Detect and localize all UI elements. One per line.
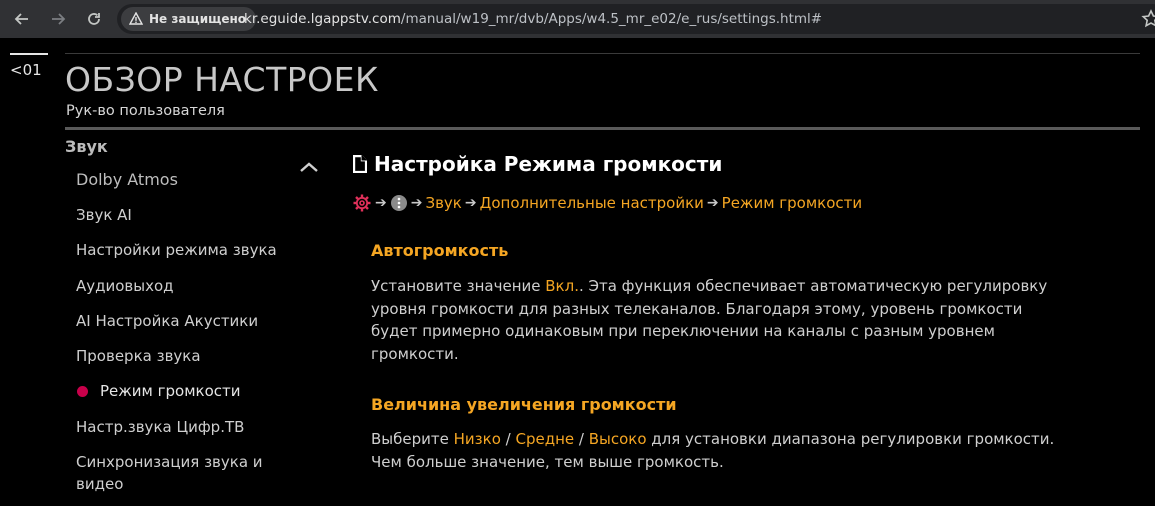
- sidebar-item-sound-test[interactable]: Проверка звука: [76, 345, 201, 367]
- arrow-right-icon: [52, 13, 66, 25]
- sidebar: Звук Dolby Atmos Звук AI Настройки режим…: [0, 131, 290, 506]
- arrow-left-icon: [14, 13, 28, 25]
- url-host: kr.eguide.lgappstv.com: [244, 11, 401, 27]
- forward-button[interactable]: [46, 7, 70, 31]
- active-item-dot: [77, 386, 88, 397]
- browser-toolbar: Не защищено kr.eguide.lgappstv.com/manua…: [0, 0, 1155, 38]
- separator: /: [574, 430, 589, 448]
- breadcrumb: ➔ ➔ Звук ➔ Дополнительные настройки ➔ Ре…: [352, 192, 862, 214]
- url-path: /manual/w19_mr/dvb/Apps/w4.5_mr_e02/e_ru…: [400, 11, 823, 27]
- url-text[interactable]: kr.eguide.lgappstv.com/manual/w19_mr/dvb…: [244, 4, 822, 34]
- breadcrumb-volume-mode[interactable]: Режим громкости: [722, 194, 863, 212]
- gear-icon: [353, 194, 371, 212]
- arrow-icon: ➔: [706, 195, 719, 211]
- text-line: уровня громкости для разных телеканалов.…: [371, 299, 1023, 318]
- option-medium: Средне: [515, 430, 575, 448]
- header-divider-thick: [65, 127, 1140, 130]
- sidebar-item-sound-ai[interactable]: Звук AI: [76, 204, 132, 226]
- sidebar-item-volume-mode[interactable]: Режим громкости: [100, 380, 241, 402]
- sidebar-item-ai-acoustic-tuning[interactable]: AI Настройка Акустики: [76, 310, 258, 332]
- text-fragment: Установите значение: [371, 277, 546, 295]
- back-button[interactable]: [10, 7, 34, 31]
- reload-button[interactable]: [82, 7, 106, 31]
- text-line: Выберите Низко / Средне / Высоко для уст…: [371, 428, 1061, 451]
- article-title-text: Настройка Режима громкости: [374, 152, 723, 176]
- sidebar-item-dolby-atmos[interactable]: Dolby Atmos: [76, 169, 178, 191]
- page-title: ОБЗОР НАСТРОЕК: [65, 60, 379, 99]
- sidebar-item-audio-output[interactable]: Аудиовыход: [76, 275, 174, 297]
- separator: /: [500, 430, 516, 448]
- text-fragment: . Эта функция обеспечивает автоматическу…: [578, 277, 1048, 295]
- more-options-icon: [390, 195, 407, 211]
- breadcrumb-advanced-settings[interactable]: Дополнительные настройки: [480, 194, 704, 212]
- text-line: громкости.: [371, 344, 459, 363]
- page-subtitle: Рук-во пользователя: [66, 103, 225, 119]
- section-heading-volume-increase: Величина увеличения громкости: [371, 395, 677, 414]
- sidebar-item-digital-tv-sound[interactable]: Настр.звука Цифр.ТВ: [76, 416, 244, 438]
- text-line: будет примерно одинаковым при переключен…: [371, 322, 995, 340]
- section-text-auto-volume: Установите значение Вкл.. Эта функция об…: [371, 275, 1061, 365]
- chevron-up-icon[interactable]: [298, 156, 320, 178]
- sidebar-item-sound-mode-settings[interactable]: Настройки режима звука: [76, 239, 277, 261]
- section-heading-auto-volume: Автогромкость: [371, 241, 509, 260]
- warning-icon: [129, 12, 143, 25]
- arrow-icon: ➔: [375, 195, 387, 211]
- text-fragment: Выберите: [371, 430, 454, 448]
- arrow-icon: ➔: [464, 195, 477, 211]
- header-divider: [65, 53, 1140, 54]
- text-line: Установите значение Вкл.. Эта функция об…: [371, 275, 1061, 298]
- sidebar-heading[interactable]: Звук: [65, 137, 108, 156]
- address-bar[interactable]: Не защищено kr.eguide.lgappstv.com/manua…: [117, 4, 1155, 34]
- breadcrumb-sound[interactable]: Звук: [425, 194, 461, 212]
- security-label: Не защищено: [149, 12, 247, 26]
- text-fragment: для установки диапазона регулировки гром…: [646, 430, 1055, 448]
- arrow-icon: ➔: [410, 195, 423, 211]
- highlight-on: Вкл.: [545, 277, 579, 295]
- bookmark-star-icon[interactable]: [1139, 7, 1155, 31]
- sidebar-item-av-sync-cont[interactable]: видео: [76, 473, 123, 495]
- text-line: Чем больше значение, тем выше громкость.: [371, 452, 724, 471]
- reload-icon: [88, 13, 100, 25]
- article-title: Настройка Режима громкости: [352, 152, 722, 176]
- security-chip[interactable]: Не защищено: [121, 7, 257, 31]
- back-link[interactable]: <01: [10, 53, 48, 79]
- document-icon: [353, 155, 367, 173]
- section-text-volume-increase: Выберите Низко / Средне / Высоко для уст…: [371, 428, 1061, 473]
- option-low: Низко: [453, 430, 501, 448]
- option-high: Высоко: [588, 430, 647, 448]
- sidebar-item-av-sync[interactable]: Синхронизация звука и: [76, 451, 263, 473]
